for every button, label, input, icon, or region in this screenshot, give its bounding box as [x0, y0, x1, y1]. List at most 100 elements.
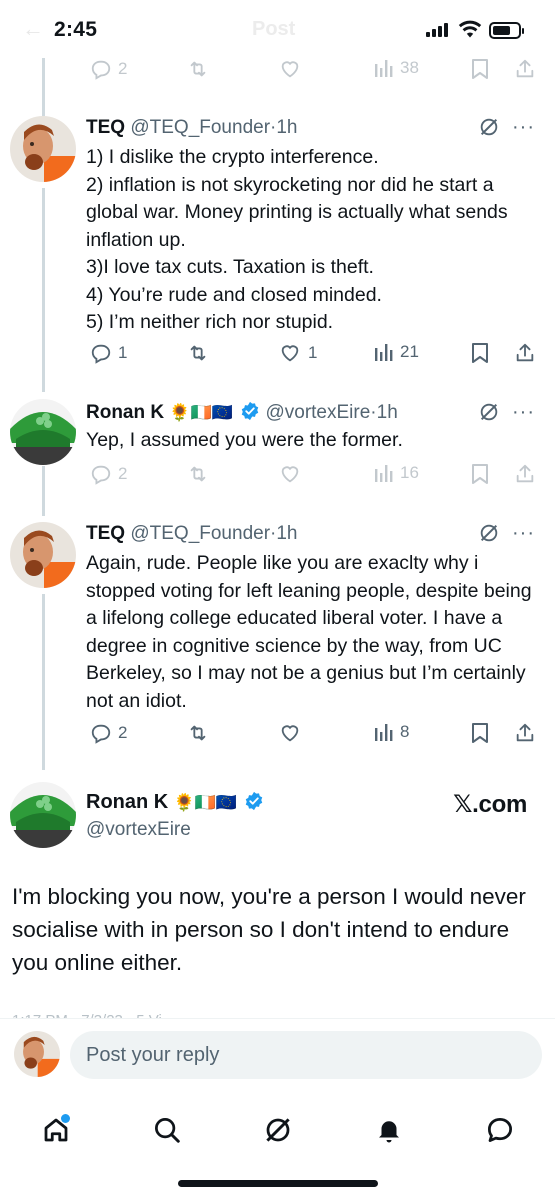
share-button[interactable] — [514, 722, 536, 744]
bookmark-icon — [472, 464, 488, 484]
like-button[interactable] — [278, 722, 302, 744]
bookmark-button[interactable] — [470, 463, 490, 485]
more-options-icon[interactable]: ··· — [512, 402, 535, 422]
reply-count: 2 — [118, 59, 128, 78]
views-icon — [375, 465, 393, 482]
bookmark-icon — [472, 343, 488, 363]
post-actions: 2 8 — [86, 722, 546, 752]
post-actions: 2 16 — [86, 463, 546, 493]
thread-line — [42, 466, 45, 516]
display-name[interactable]: Ronan K — [86, 791, 168, 813]
heart-icon — [281, 61, 299, 78]
views-icon — [375, 60, 393, 77]
handle[interactable]: @vortexEire — [86, 819, 191, 840]
share-icon — [516, 343, 534, 362]
reply-icon — [91, 465, 111, 485]
like-button[interactable] — [278, 58, 308, 80]
profile-flags: 🌻🇮🇪🇪🇺 — [173, 793, 238, 812]
repost-button[interactable] — [186, 342, 210, 364]
share-button[interactable] — [514, 58, 536, 80]
grok-icon[interactable] — [478, 522, 500, 544]
my-avatar[interactable] — [14, 1031, 60, 1077]
post-age: 1h — [276, 117, 298, 138]
reply-count: 2 — [118, 464, 128, 483]
like-count: 1 — [308, 343, 318, 362]
share-icon — [516, 59, 534, 78]
handle[interactable]: @TEQ_Founder — [130, 117, 270, 138]
views-count: 8 — [400, 722, 410, 741]
post-header: Ronan K 🌻🇮🇪🇪🇺 @vortexEire·1h ··· — [86, 401, 535, 423]
thread-line — [42, 58, 45, 116]
bookmark-button[interactable] — [470, 58, 490, 80]
views-button[interactable]: 38 — [374, 58, 419, 78]
home-indicator — [178, 1180, 378, 1187]
reply-button[interactable]: 2 — [90, 58, 127, 80]
post-header: TEQ @TEQ_Founder·1h ··· — [86, 116, 535, 138]
grok-icon[interactable] — [478, 116, 500, 138]
reply-icon — [91, 344, 111, 364]
like-button[interactable] — [278, 463, 302, 485]
reply-composer: Post your reply — [0, 1018, 555, 1092]
share-button[interactable] — [514, 342, 536, 364]
bookmark-button[interactable] — [470, 722, 490, 744]
reply-button[interactable]: 2 — [90, 722, 127, 744]
reply-input[interactable]: Post your reply — [70, 1031, 542, 1079]
repost-button[interactable] — [186, 58, 210, 80]
reply-button[interactable]: 2 — [90, 463, 127, 485]
views-count: 16 — [400, 463, 419, 482]
handle[interactable]: @TEQ_Founder — [130, 523, 270, 544]
repost-icon — [190, 61, 206, 77]
reply-count: 1 — [118, 343, 128, 362]
tab-grok[interactable] — [254, 1106, 302, 1154]
bell-icon — [379, 1121, 399, 1143]
bookmark-icon — [472, 59, 488, 79]
back-arrow-icon[interactable]: ← — [22, 16, 44, 42]
tab-messages[interactable] — [476, 1106, 524, 1154]
views-button[interactable]: 8 — [374, 722, 409, 742]
display-name[interactable]: TEQ — [86, 523, 125, 544]
post-text: Again, rude. People like you are exaclty… — [86, 552, 532, 712]
display-name[interactable]: Ronan K — [86, 402, 164, 423]
post-header: TEQ @TEQ_Founder·1h ··· — [86, 522, 535, 544]
heart-icon — [281, 466, 299, 483]
repost-icon — [190, 725, 206, 741]
share-icon — [516, 723, 534, 742]
views-button[interactable]: 16 — [374, 463, 419, 483]
x-watermark: 𝕏.com — [453, 791, 527, 818]
share-button[interactable] — [514, 463, 536, 485]
bookmark-icon — [472, 723, 488, 743]
post-age: 1h — [376, 402, 398, 423]
grok-icon[interactable] — [478, 401, 500, 423]
header-title: Post — [252, 18, 296, 40]
avatar[interactable] — [10, 782, 76, 848]
tab-notifications[interactable] — [365, 1106, 413, 1154]
views-button[interactable]: 21 — [374, 342, 419, 362]
views-count: 21 — [400, 342, 419, 361]
tab-search[interactable] — [143, 1106, 191, 1154]
more-options-icon[interactable]: ··· — [512, 523, 535, 543]
avatar[interactable] — [10, 116, 76, 182]
repost-button[interactable] — [186, 463, 210, 485]
avatar[interactable] — [10, 399, 76, 465]
post-actions: 1 1 21 — [86, 342, 546, 372]
avatar[interactable] — [10, 522, 76, 588]
profile-flags: 🌻🇮🇪🇪🇺 — [169, 403, 233, 422]
more-options-icon[interactable]: ··· — [512, 117, 535, 137]
bookmark-button[interactable] — [470, 342, 490, 364]
previous-post-actions: 2 38 — [86, 58, 546, 88]
like-button[interactable]: 1 — [278, 342, 317, 364]
chat-bubble-icon — [488, 1118, 512, 1142]
post-text: 1) I dislike the crypto interference. 2)… — [86, 146, 508, 333]
thread-line — [42, 188, 45, 392]
reply-button[interactable]: 1 — [90, 342, 127, 364]
tab-home[interactable] — [32, 1106, 80, 1154]
grok-icon — [266, 1118, 290, 1142]
repost-button[interactable] — [186, 722, 210, 744]
handle-row: @vortexEire — [86, 818, 545, 842]
display-name[interactable]: TEQ — [86, 117, 125, 138]
handle[interactable]: @vortexEire — [265, 402, 370, 423]
post-text: I'm blocking you now, you're a person I … — [12, 884, 526, 975]
bottom-tab-bar — [0, 1092, 555, 1200]
verified-badge-icon — [241, 401, 259, 421]
verified-badge-icon — [246, 791, 263, 811]
